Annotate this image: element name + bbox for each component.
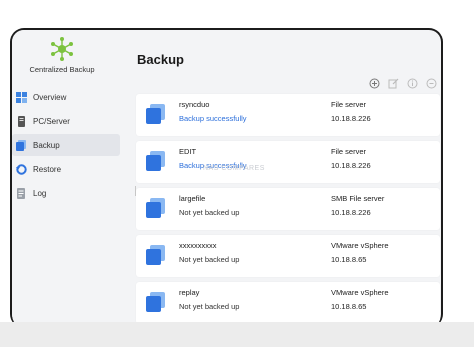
sidebar: Centralized Backup Overview PC/Server Ba… (12, 30, 132, 328)
sidebar-item-label: PC/Server (33, 116, 70, 126)
server-ip: 10.18.8.226 (331, 114, 371, 123)
server-type: File server (331, 100, 367, 109)
server-type: SMB File server (331, 194, 385, 203)
sidebar-item-label: Log (33, 188, 47, 198)
job-name: xxxxxxxxxx (179, 241, 217, 250)
delete-icon[interactable] (426, 78, 437, 89)
sidebar-item-log[interactable]: Log (12, 182, 120, 204)
sidebar-item-backup[interactable]: Backup (12, 134, 120, 156)
sidebar-item-label: Backup (33, 140, 60, 150)
main-content: Backup rsyncduo Backup successfully File… (132, 30, 441, 328)
job-status: Not yet backed up (179, 255, 240, 264)
backup-job-card[interactable]: replay Not yet backed up VMware vSphere … (136, 282, 440, 324)
backup-job-icon (146, 245, 165, 265)
watermark: NAS COMPARES (203, 165, 265, 172)
app-window: Centralized Backup Overview PC/Server Ba… (10, 28, 443, 328)
backup-job-icon (146, 198, 165, 218)
sidebar-item-label: Restore (33, 164, 62, 174)
toolbar (369, 78, 437, 89)
edit-icon[interactable] (388, 78, 399, 89)
backup-job-card[interactable]: largefile Not yet backed up SMB File ser… (136, 188, 440, 230)
job-status: Not yet backed up (179, 208, 240, 217)
server-ip: 10.18.8.65 (331, 302, 367, 311)
app-name: Centralized Backup (29, 65, 95, 74)
server-ip: 10.18.8.226 (331, 161, 371, 170)
backup-job-icon (146, 151, 165, 171)
page-title: Backup (137, 52, 184, 67)
server-type: File server (331, 147, 367, 156)
backup-icon (16, 139, 26, 151)
job-name: EDIT (179, 147, 197, 156)
server-type: VMware vSphere (331, 288, 389, 297)
job-name: largefile (179, 194, 206, 203)
overview-icon (16, 91, 27, 103)
app-logo: Centralized Backup (12, 36, 112, 74)
job-status: Backup successfully (179, 114, 247, 123)
sidebar-item-overview[interactable]: Overview (12, 86, 120, 108)
backup-job-icon (146, 104, 165, 124)
job-status: Not yet backed up (179, 302, 240, 311)
backup-job-icon (146, 292, 165, 312)
backup-job-card[interactable]: rsyncduo Backup successfully File server… (136, 94, 440, 136)
server-type: VMware vSphere (331, 241, 389, 250)
job-name: rsyncduo (179, 100, 210, 109)
server-ip: 10.18.8.226 (331, 208, 371, 217)
add-icon[interactable] (369, 78, 380, 89)
backup-job-card[interactable]: xxxxxxxxxx Not yet backed up VMware vSph… (136, 235, 440, 277)
network-hub-icon (51, 37, 73, 61)
job-name: replay (179, 288, 200, 297)
sidebar-item-label: Overview (33, 92, 67, 102)
restore-icon (16, 163, 27, 175)
server-icon (18, 115, 25, 127)
bottom-bar (0, 322, 474, 347)
info-icon[interactable] (407, 78, 418, 89)
backup-job-card[interactable]: EDIT Backup successfully File server 10.… (136, 141, 440, 183)
sidebar-item-restore[interactable]: Restore (12, 158, 120, 180)
sidebar-item-pc-server[interactable]: PC/Server (12, 110, 120, 132)
log-icon (17, 187, 25, 199)
server-ip: 10.18.8.65 (331, 255, 367, 264)
